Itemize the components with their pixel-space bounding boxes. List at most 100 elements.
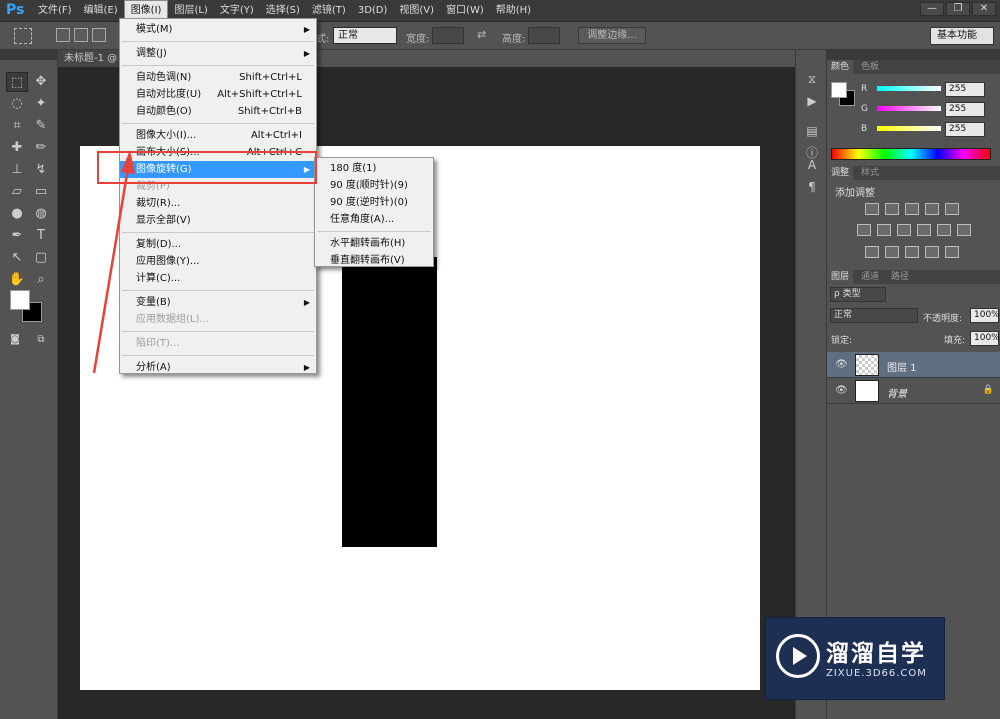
play-action-icon[interactable]: ▶ bbox=[802, 92, 822, 110]
menu-item[interactable]: 编辑(E) bbox=[78, 0, 124, 22]
quick-mask-icon[interactable]: ◙ bbox=[4, 330, 26, 350]
image-menu-item[interactable]: 计算(C)... bbox=[120, 270, 316, 287]
image-menu-item[interactable]: 自动对比度(U) Alt+Shift+Ctrl+L bbox=[120, 86, 316, 103]
tab-styles[interactable]: 样式 bbox=[857, 166, 883, 180]
layer-row-background[interactable]: 👁 背景 🔒 bbox=[827, 378, 1000, 404]
layer-filter-select[interactable]: ρ 类型 bbox=[830, 287, 886, 302]
levels-icon[interactable] bbox=[885, 203, 899, 215]
subtract-selection-icon[interactable] bbox=[92, 28, 106, 42]
vibrance-icon[interactable] bbox=[945, 203, 959, 215]
minimize-button[interactable]: — bbox=[920, 2, 944, 16]
refine-edge-button[interactable]: 调整边缘... bbox=[578, 27, 646, 44]
image-menu-item[interactable]: 模式(M) ▶ bbox=[120, 21, 316, 38]
menu-item[interactable]: 3D(D) bbox=[352, 0, 394, 22]
green-channel-slider[interactable] bbox=[877, 106, 941, 111]
photo-filter-icon[interactable] bbox=[917, 224, 931, 236]
selective-color-icon[interactable] bbox=[925, 246, 939, 258]
rectangle-shape-icon[interactable]: ▢ bbox=[30, 248, 52, 268]
pen-icon[interactable]: ✒ bbox=[6, 226, 28, 246]
gradient-map-icon[interactable] bbox=[945, 246, 959, 258]
rotation-menu-item[interactable]: 水平翻转画布(H) bbox=[315, 235, 433, 252]
image-menu-item[interactable]: 分析(A) ▶ bbox=[120, 359, 316, 376]
hue-saturation-icon[interactable] bbox=[857, 224, 871, 236]
move-icon[interactable]: ✥ bbox=[30, 72, 52, 92]
zoom-icon[interactable]: ⌕ bbox=[30, 270, 52, 290]
rotation-menu-item[interactable]: 180 度(1) bbox=[315, 160, 433, 177]
blur-icon[interactable]: ● bbox=[6, 204, 28, 224]
color-lookup-icon[interactable] bbox=[957, 224, 971, 236]
image-menu-item[interactable]: 图像大小(I)... Alt+Ctrl+I bbox=[120, 127, 316, 144]
image-menu-item[interactable]: 应用图像(Y)... bbox=[120, 253, 316, 270]
rectangular-marquee-icon[interactable]: ⬚ bbox=[6, 72, 28, 92]
image-menu-item[interactable]: 自动颜色(O) Shift+Ctrl+B bbox=[120, 103, 316, 120]
tab-swatches[interactable]: 色板 bbox=[857, 60, 883, 74]
color-panel-fg-swatch[interactable] bbox=[831, 82, 847, 98]
opacity-field[interactable]: 100% bbox=[970, 308, 1000, 323]
crop-icon[interactable]: ⌗ bbox=[6, 116, 28, 136]
height-field[interactable] bbox=[528, 27, 560, 44]
green-channel-value[interactable]: 255 bbox=[945, 102, 985, 117]
width-field[interactable] bbox=[432, 27, 464, 44]
image-menu-item[interactable]: 显示全部(V) bbox=[120, 212, 316, 229]
blue-channel-value[interactable]: 255 bbox=[945, 122, 985, 137]
swap-icon[interactable]: ⇄ bbox=[477, 28, 486, 41]
exposure-icon[interactable] bbox=[925, 203, 939, 215]
rotation-menu-item[interactable]: 90 度(逆时针)(0) bbox=[315, 194, 433, 211]
color-spectrum[interactable] bbox=[831, 148, 991, 160]
color-balance-icon[interactable] bbox=[877, 224, 891, 236]
document-tab[interactable]: 未标题-1 @ bbox=[58, 50, 128, 67]
rotation-menu-item[interactable]: 任意角度(A)... bbox=[315, 211, 433, 228]
image-menu-item[interactable]: 复制(D)... bbox=[120, 236, 316, 253]
layer-row-1[interactable]: 👁 图层 1 bbox=[827, 352, 1000, 378]
visibility-eye-icon[interactable]: 👁 bbox=[835, 385, 848, 396]
tab-adjustments[interactable]: 调整 bbox=[827, 166, 854, 180]
curves-icon[interactable] bbox=[905, 203, 919, 215]
type-icon[interactable]: T bbox=[30, 226, 52, 246]
dodge-icon[interactable]: ◍ bbox=[30, 204, 52, 224]
path-selection-icon[interactable]: ↖ bbox=[6, 248, 28, 268]
paragraph-icon[interactable]: ¶ bbox=[802, 178, 822, 196]
image-menu-item[interactable]: 自动色调(N) Shift+Ctrl+L bbox=[120, 69, 316, 86]
rotation-menu-item[interactable]: 垂直翻转画布(V) bbox=[315, 252, 433, 269]
visibility-eye-icon[interactable]: 👁 bbox=[835, 359, 848, 370]
black-white-icon[interactable] bbox=[897, 224, 911, 236]
image-menu-item[interactable]: 变量(B) ▶ bbox=[120, 294, 316, 311]
workspace-select[interactable]: 基本功能 bbox=[930, 27, 994, 45]
gradient-icon[interactable]: ▭ bbox=[30, 182, 52, 202]
tab-paths[interactable]: 路径 bbox=[887, 270, 913, 284]
threshold-icon[interactable] bbox=[905, 246, 919, 258]
healing-brush-icon[interactable]: ✚ bbox=[6, 138, 28, 158]
hand-icon[interactable]: ✋ bbox=[6, 270, 28, 290]
tab-channels[interactable]: 通道 bbox=[857, 270, 883, 284]
menu-item[interactable]: 帮助(H) bbox=[490, 0, 537, 22]
eraser-icon[interactable]: ▱ bbox=[6, 182, 28, 202]
blue-channel-slider[interactable] bbox=[877, 126, 941, 131]
menu-item[interactable]: 文件(F) bbox=[32, 0, 78, 22]
tab-layers[interactable]: 图层 bbox=[827, 270, 854, 284]
style-select[interactable]: 正常 bbox=[333, 27, 397, 44]
rotation-menu-item[interactable]: 90 度(顺时针)(9) bbox=[315, 177, 433, 194]
image-menu-item[interactable]: 裁切(R)... bbox=[120, 195, 316, 212]
tab-color[interactable]: 颜色 bbox=[827, 60, 854, 74]
posterize-icon[interactable] bbox=[885, 246, 899, 258]
history-icon[interactable]: ⧖ bbox=[802, 70, 822, 88]
lasso-icon[interactable]: ◌ bbox=[6, 94, 28, 114]
foreground-color-swatch[interactable] bbox=[10, 290, 30, 310]
add-selection-icon[interactable] bbox=[74, 28, 88, 42]
clone-stamp-icon[interactable]: ⊥ bbox=[6, 160, 28, 180]
blend-mode-select[interactable]: 正常 bbox=[830, 308, 918, 323]
marquee-preset-icon[interactable] bbox=[14, 28, 32, 44]
character-icon[interactable]: A bbox=[802, 156, 822, 174]
screen-mode-icon[interactable]: ⧉ bbox=[30, 330, 52, 350]
brush-icon[interactable]: ✏ bbox=[30, 138, 52, 158]
fill-field[interactable]: 100% bbox=[970, 331, 1000, 346]
red-channel-value[interactable]: 255 bbox=[945, 82, 985, 97]
menu-item[interactable]: 窗口(W) bbox=[440, 0, 490, 22]
channel-mixer-icon[interactable] bbox=[937, 224, 951, 236]
magic-wand-icon[interactable]: ✦ bbox=[30, 94, 52, 114]
new-selection-icon[interactable] bbox=[56, 28, 70, 42]
image-menu-item[interactable]: 调整(J) ▶ bbox=[120, 45, 316, 62]
brightness-icon[interactable] bbox=[865, 203, 879, 215]
invert-icon[interactable] bbox=[865, 246, 879, 258]
close-button[interactable]: ✕ bbox=[972, 2, 996, 16]
